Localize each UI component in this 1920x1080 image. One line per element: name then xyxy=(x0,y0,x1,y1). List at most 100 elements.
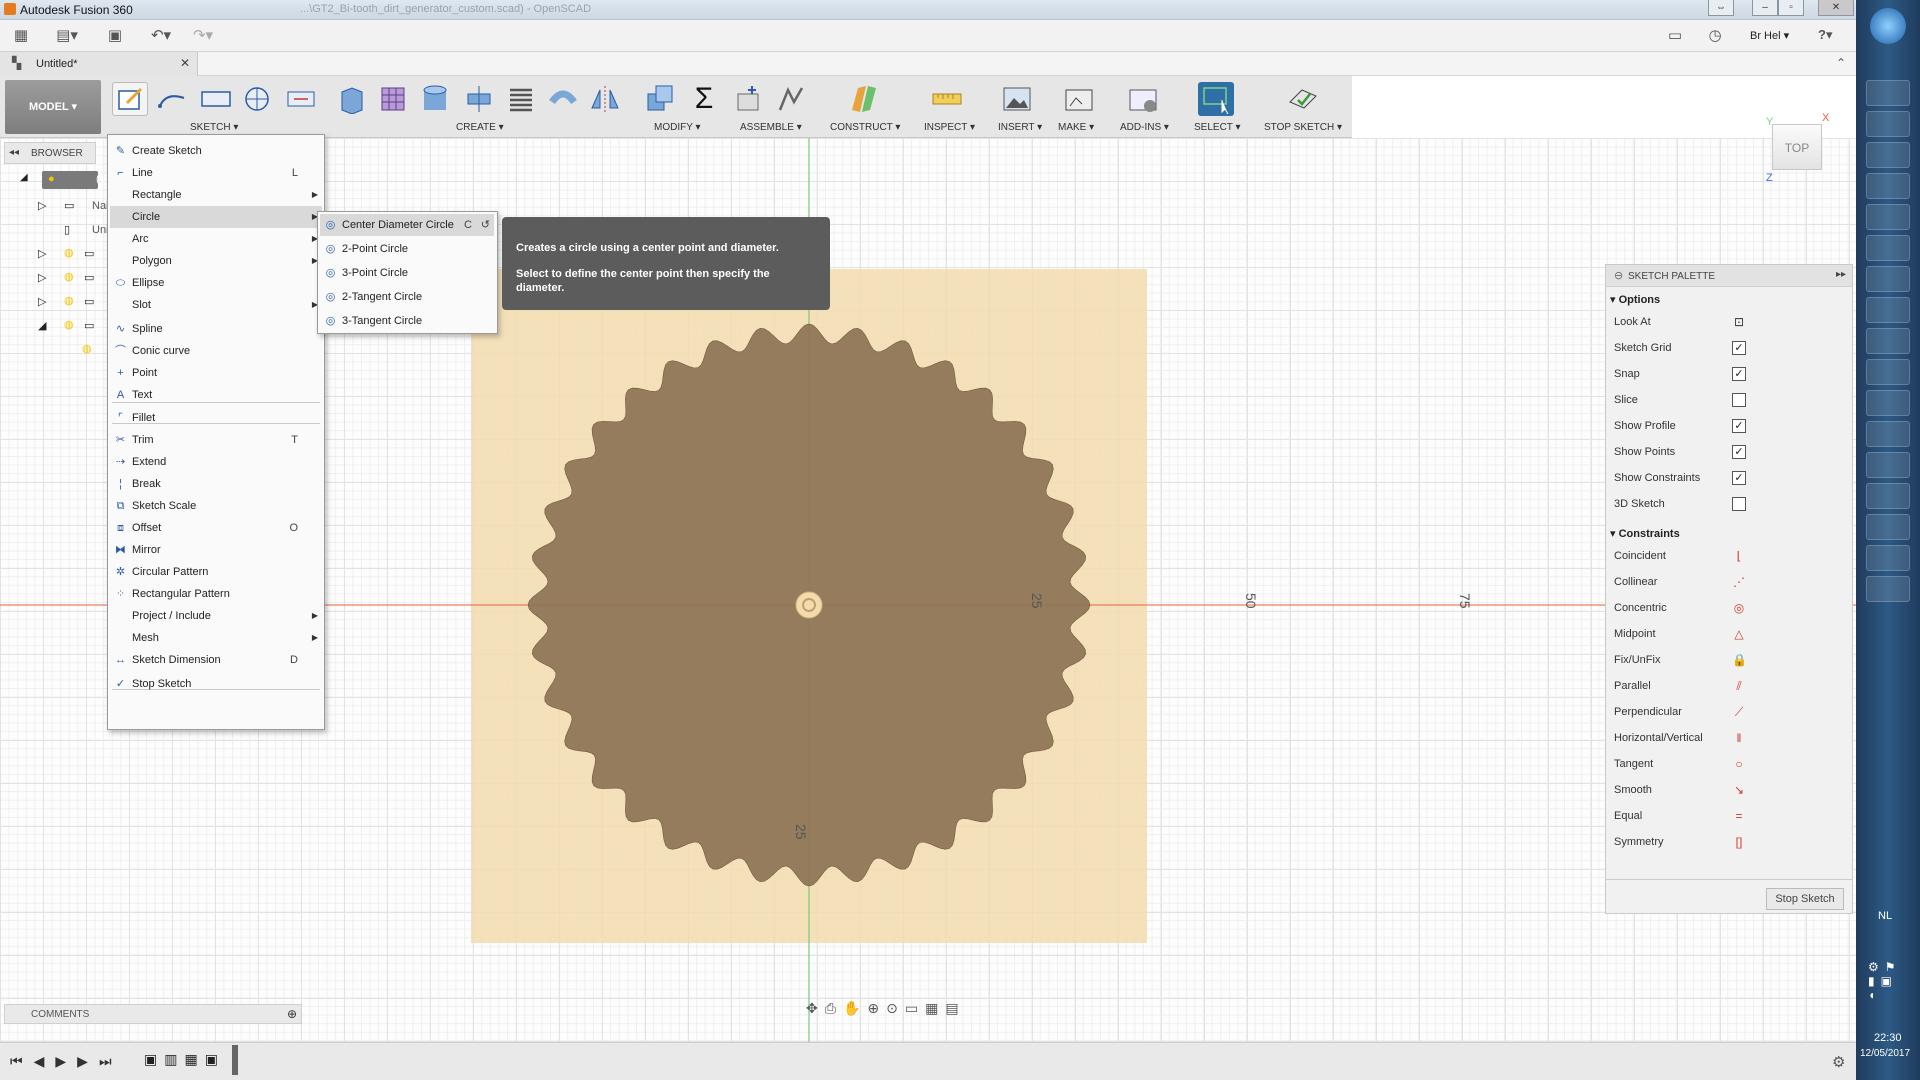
checkbox[interactable] xyxy=(1732,497,1746,511)
palette-expand-icon[interactable]: ▸▸ xyxy=(1836,269,1846,280)
stop-sketch-group-label[interactable]: STOP SKETCH ▾ xyxy=(1264,122,1342,133)
horizontal-vertical-icon[interactable]: ‖ xyxy=(1732,731,1746,745)
equal-icon[interactable]: = xyxy=(1732,809,1746,823)
timeline-marker[interactable] xyxy=(232,1045,238,1075)
maximize-icon[interactable]: ▫ xyxy=(1778,0,1804,16)
palette-option-slice[interactable]: Slice xyxy=(1614,387,1850,413)
circle-submenu-item-2-tangent-circle[interactable]: ◎ 2-Tangent Circle xyxy=(320,286,494,308)
visibility-bulb-icon[interactable]: ◍ xyxy=(64,294,74,307)
sketch-menu-item-stop-sketch[interactable]: ✓ Stop Sketch xyxy=(110,673,322,695)
construct-group-label[interactable]: CONSTRUCT ▾ xyxy=(830,122,900,133)
smooth-icon[interactable]: ↘ xyxy=(1732,783,1746,797)
sketch-menu-item-conic-curve[interactable]: ⌒ Conic curve xyxy=(110,340,322,362)
browser-folder-row[interactable]: ▷ ◍ ▭ xyxy=(8,268,96,288)
sweep-icon[interactable] xyxy=(462,82,498,116)
sketch-menu-item-polygon[interactable]: Polygon ▶ xyxy=(110,250,322,272)
circle-submenu-item-3-point-circle[interactable]: ◎ 3-Point Circle xyxy=(320,262,494,284)
zoom-window-icon[interactable]: ⊕ xyxy=(867,1000,886,1016)
checkbox[interactable] xyxy=(1732,393,1746,407)
circle-tool-icon[interactable] xyxy=(240,82,276,116)
cylinder-icon[interactable] xyxy=(418,82,454,116)
offset-plane-icon[interactable] xyxy=(846,82,882,116)
sketch-menu-item-trim[interactable]: ✂ Trim T xyxy=(110,429,322,451)
redo-icon[interactable]: ↷▾ xyxy=(186,26,220,46)
palette-option-show-constraints[interactable]: Show Constraints ✓ xyxy=(1614,465,1850,491)
constraint-horizontal-vertical[interactable]: Horizontal/Vertical ‖ xyxy=(1614,725,1850,751)
browser-panel-header[interactable]: ◂◂ BROWSER xyxy=(4,142,96,164)
sketch-menu-item-project-include[interactable]: Project / Include ▶ xyxy=(110,605,322,627)
browser-units[interactable]: ▯ Uni xyxy=(8,220,109,240)
stop-sketch-toolbar-icon[interactable] xyxy=(1286,82,1322,116)
look-at-nav-icon[interactable]: ⎙ xyxy=(825,1000,843,1016)
sketch-menu-item-circular-pattern[interactable]: ✲ Circular Pattern xyxy=(110,561,322,583)
constraint-collinear[interactable]: Collinear ⋰ xyxy=(1614,569,1850,595)
sketch-menu-item-sketch-dimension[interactable]: ↔ Sketch Dimension D xyxy=(110,649,322,671)
constraint-coincident[interactable]: Coincident ⌊ xyxy=(1614,543,1850,569)
sketch-menu-item-mirror[interactable]: ⧓ Mirror xyxy=(110,539,322,561)
symmetry-icon[interactable]: [] xyxy=(1732,835,1746,849)
pipe-icon[interactable] xyxy=(546,82,582,116)
sketch-menu-item-create-sketch[interactable]: ✎ Create Sketch xyxy=(110,140,322,162)
browser-root-node[interactable]: ◢ ● (U xyxy=(8,170,108,190)
sketch-menu-item-rectangular-pattern[interactable]: ⁘ Rectangular Pattern xyxy=(110,583,322,605)
sketch-palette-header[interactable]: ⊖ SKETCH PALETTE ▸▸ xyxy=(1606,265,1852,287)
language-indicator[interactable]: NL xyxy=(1878,910,1892,922)
collinear-icon[interactable]: ⋰ xyxy=(1732,575,1746,589)
taskbar-app-icon[interactable] xyxy=(1866,111,1910,137)
circle-submenu-item-center-diameter-circle[interactable]: ◎ Center Diameter Circle C ↺ xyxy=(320,214,494,236)
app-grid-icon[interactable]: ▦ xyxy=(10,26,32,46)
circle-submenu-item-3-tangent-circle[interactable]: ◎ 3-Tangent Circle xyxy=(320,310,494,332)
make-group-label[interactable]: MAKE ▾ xyxy=(1058,122,1094,133)
sketch-menu-item-sketch-scale[interactable]: ⧉ Sketch Scale xyxy=(110,495,322,517)
view-cube-top-face[interactable]: TOP xyxy=(1772,124,1822,170)
zoom-icon[interactable]: ⊙ xyxy=(886,1000,905,1016)
visibility-bulb-icon[interactable]: ◍ xyxy=(64,318,74,331)
pan-icon[interactable]: ✋ xyxy=(843,1000,867,1016)
taskbar-app-icon[interactable] xyxy=(1866,483,1910,509)
constraint-perpendicular[interactable]: Perpendicular ⟋ xyxy=(1614,699,1850,725)
extrude-icon[interactable] xyxy=(334,82,370,116)
constraint-tangent[interactable]: Tangent ○ xyxy=(1614,751,1850,777)
concentric-icon[interactable]: ◎ xyxy=(1732,601,1746,615)
constraint-midpoint[interactable]: Midpoint △ xyxy=(1614,621,1850,647)
go-to-end-icon[interactable]: ⏭ xyxy=(99,1053,123,1069)
collapse-toolbar-icon[interactable]: ⌃ xyxy=(1836,56,1846,70)
3d-print-icon[interactable] xyxy=(1062,82,1098,116)
taskbar-app-icon[interactable] xyxy=(1866,390,1910,416)
checkbox[interactable]: ✓ xyxy=(1732,445,1746,459)
timeline-sketch-icon[interactable]: ▣ xyxy=(144,1051,164,1067)
tray-icons[interactable]: ⚙⚑ ▮▣ ◖ xyxy=(1868,960,1902,1002)
parallel-icon[interactable]: ⫽ xyxy=(1732,679,1746,693)
notifications-icon[interactable]: ▭ xyxy=(1664,26,1686,46)
joint-icon[interactable] xyxy=(774,82,810,116)
measure-icon[interactable] xyxy=(930,82,966,116)
tangent-icon[interactable]: ○ xyxy=(1732,757,1746,771)
checkbox[interactable]: ✓ xyxy=(1732,367,1746,381)
palette-option-show-points[interactable]: Show Points ✓ xyxy=(1614,439,1850,465)
sketch-menu-item-arc[interactable]: Arc ▶ xyxy=(110,228,322,250)
taskbar-app-icon[interactable] xyxy=(1866,452,1910,478)
sketch-menu-item-rectangle[interactable]: Rectangle ▶ xyxy=(110,184,322,206)
select-icon[interactable] xyxy=(1198,82,1234,116)
taskbar-app-icon[interactable] xyxy=(1866,545,1910,571)
palette-option-show-profile[interactable]: Show Profile ✓ xyxy=(1614,413,1850,439)
user-menu[interactable]: Br Hel ▾ xyxy=(1750,29,1789,42)
document-tab[interactable]: ▚ Untitled* ✕ xyxy=(0,52,198,76)
stop-sketch-button[interactable]: Stop Sketch xyxy=(1766,888,1844,910)
expand-toggle-icon[interactable]: ◢ xyxy=(20,172,28,183)
taskbar-app-icon[interactable] xyxy=(1866,359,1910,385)
view-cube[interactable]: Y X Z TOP xyxy=(1766,108,1836,184)
palette-option-snap[interactable]: Snap ✓ xyxy=(1614,361,1850,387)
clock-time[interactable]: 22:30 xyxy=(1874,1032,1902,1044)
form-icon[interactable] xyxy=(376,82,412,116)
modify-group-label[interactable]: MODIFY ▾ xyxy=(654,122,701,133)
parameters-icon[interactable]: Σ xyxy=(686,82,722,116)
collapse-browser-icon[interactable]: ◂◂ xyxy=(9,147,19,158)
constraint-symmetry[interactable]: Symmetry [] xyxy=(1614,829,1850,855)
scripts-addins-icon[interactable] xyxy=(1126,82,1162,116)
browser-folder-row[interactable]: ▷ ◍ ▭ xyxy=(8,244,96,264)
sketch-menu-item-mesh[interactable]: Mesh ▶ xyxy=(110,627,322,649)
step-back-icon[interactable]: ◀ xyxy=(34,1053,56,1069)
workspace-switcher[interactable]: MODEL ▾ xyxy=(5,80,101,134)
constraint-fix-unfix[interactable]: Fix/UnFix 🔒 xyxy=(1614,647,1850,673)
